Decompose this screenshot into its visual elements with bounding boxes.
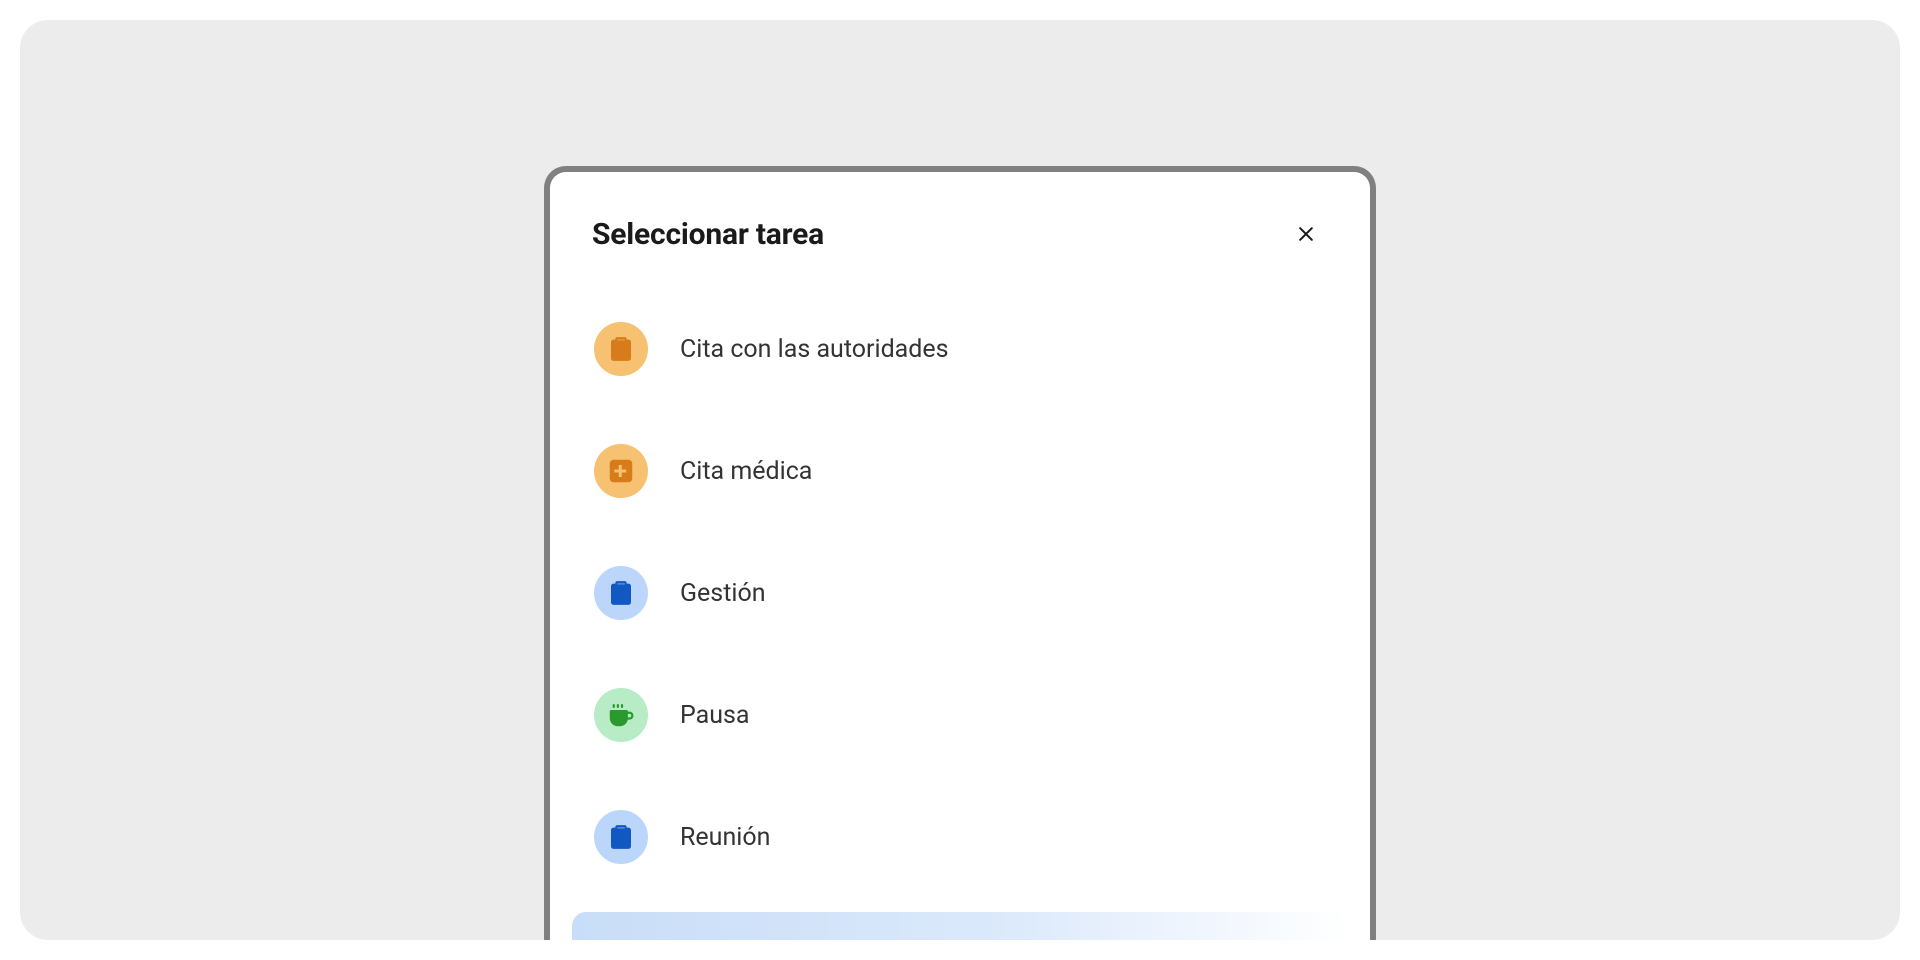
task-item[interactable]: Cita médica [572, 424, 1348, 518]
task-item[interactable]: Trabajando [572, 912, 1348, 940]
clipboard-icon [594, 566, 648, 620]
task-item[interactable]: Reunión [572, 790, 1348, 884]
task-select-modal: Seleccionar tarea Cita con las autoridad… [544, 166, 1376, 940]
clipboard-icon [594, 322, 648, 376]
app-stage: Seleccionar tarea Cita con las autoridad… [20, 20, 1900, 940]
modal-title: Seleccionar tarea [592, 217, 824, 252]
modal-frame: Seleccionar tarea Cita con las autoridad… [544, 166, 1376, 940]
task-label: Cita con las autoridades [680, 335, 949, 364]
close-button[interactable] [1286, 214, 1326, 254]
medical-icon [594, 444, 648, 498]
close-icon [1296, 224, 1316, 244]
modal-header: Seleccionar tarea [550, 172, 1370, 262]
task-item[interactable]: Gestión [572, 546, 1348, 640]
task-label: Pausa [680, 701, 750, 730]
clipboard-icon [594, 810, 648, 864]
task-item[interactable]: Pausa [572, 668, 1348, 762]
task-label: Gestión [680, 579, 766, 608]
task-list: Cita con las autoridades Cita médica Gesti… [550, 262, 1370, 940]
task-label: Cita médica [680, 457, 812, 486]
clipboard-icon [594, 932, 648, 940]
task-label: Reunión [680, 823, 770, 852]
mug-icon [594, 688, 648, 742]
task-item[interactable]: Cita con las autoridades [572, 302, 1348, 396]
